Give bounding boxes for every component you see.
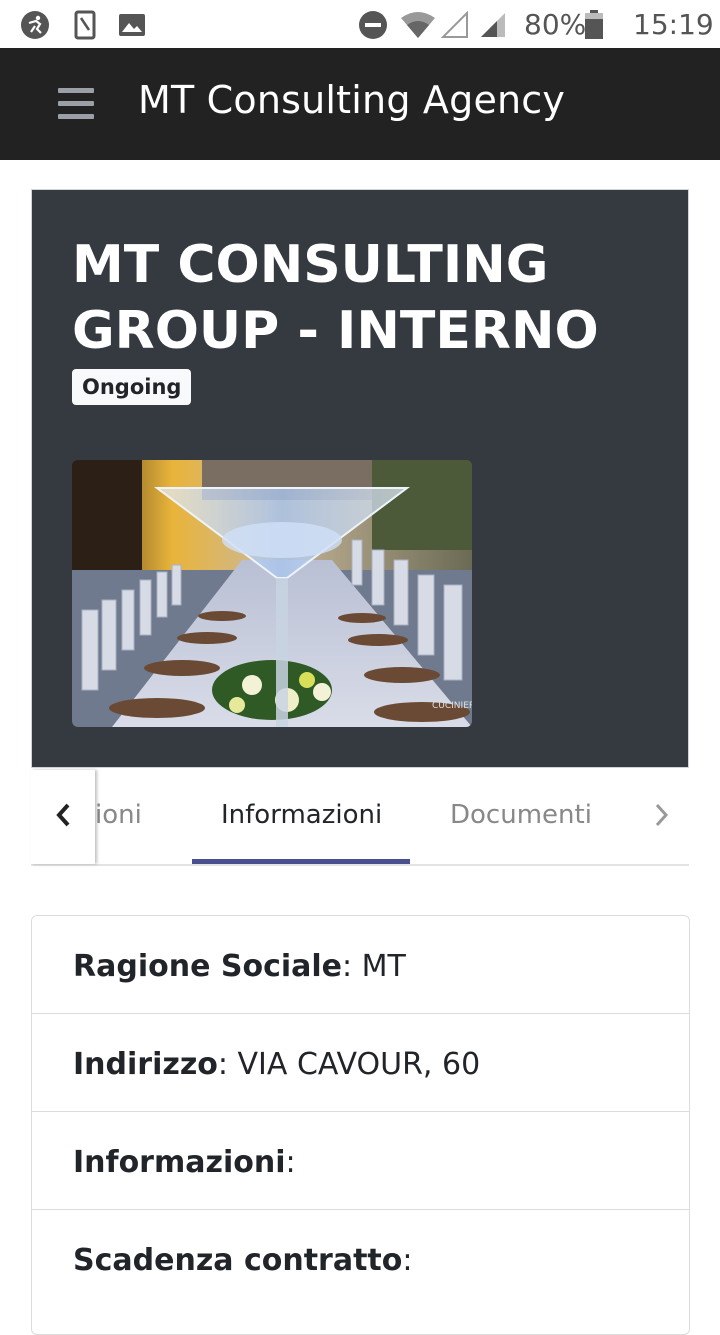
status-bar: 80% 15:19 [0, 0, 720, 48]
info-label: Informazioni [73, 1145, 286, 1180]
phone-outline-icon [70, 10, 100, 40]
tab-bar: ioni Informazioni Documenti [31, 770, 689, 866]
project-title: MT CONSULTING GROUP - INTERNO [72, 235, 599, 361]
signal-icon [478, 10, 508, 40]
tab-informazioni[interactable]: Informazioni [221, 800, 382, 830]
info-label: Scadenza contratto [73, 1243, 403, 1278]
battery-icon [582, 10, 606, 40]
accessibility-icon [20, 10, 50, 40]
tab-partial-previous[interactable]: ioni [95, 800, 142, 830]
info-row-ragione-sociale: Ragione Sociale: MT [32, 916, 689, 1014]
hamburger-menu-icon[interactable] [58, 88, 94, 120]
tab-documenti[interactable]: Documenti [450, 800, 592, 830]
info-label: Ragione Sociale [73, 949, 343, 984]
chevron-right-icon [653, 802, 671, 833]
info-row-informazioni: Informazioni: [32, 1112, 689, 1210]
info-row-indirizzo: Indirizzo: VIA CAVOUR, 60 [32, 1014, 689, 1112]
image-icon [117, 10, 147, 40]
battery-percent: 80% [524, 8, 587, 41]
info-label: Indirizzo [73, 1047, 218, 1082]
active-tab-indicator [192, 859, 410, 864]
project-image: CUCINIERI [72, 460, 472, 727]
tab-scroll-prev-button[interactable] [31, 770, 95, 864]
clock: 15:19 [633, 8, 714, 41]
signal-empty-icon [440, 10, 470, 40]
do-not-disturb-icon [358, 10, 388, 40]
status-badge: Ongoing [72, 369, 192, 405]
app-bar: MT Consulting Agency [0, 48, 720, 160]
info-row-scadenza-contratto: Scadenza contratto: [73, 1243, 413, 1278]
app-title: MT Consulting Agency [138, 78, 566, 122]
svg-text:CUCINIERI: CUCINIERI [432, 701, 472, 711]
info-list: Ragione Sociale: MT Indirizzo: VIA CAVOU… [31, 915, 690, 1335]
chevron-left-icon [54, 802, 72, 833]
project-header-card: MT CONSULTING GROUP - INTERNO Ongoing CU… [31, 189, 689, 768]
tab-scroll-next-button[interactable] [635, 770, 689, 864]
wifi-icon [400, 10, 436, 40]
info-value: VIA CAVOUR, 60 [228, 1047, 481, 1082]
info-value: MT [352, 949, 406, 984]
